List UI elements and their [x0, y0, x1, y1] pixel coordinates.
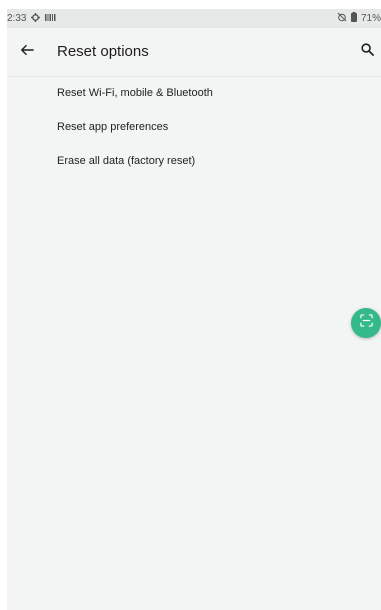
gear-icon	[31, 12, 41, 25]
battery-percent: 71%	[360, 13, 381, 24]
arrow-back-icon	[20, 43, 34, 62]
reset-options-list: Reset Wi-Fi, mobile & Bluetooth Reset ap…	[7, 76, 381, 178]
reset-wifi-mobile-bluetooth-item[interactable]: Reset Wi-Fi, mobile & Bluetooth	[7, 76, 381, 110]
erase-all-data-item[interactable]: Erase all data (factory reset)	[7, 144, 381, 178]
status-left: 2:33	[7, 12, 56, 25]
status-time: 2:33	[7, 13, 27, 24]
app-bar: Reset options	[7, 28, 381, 77]
back-button[interactable]	[15, 40, 39, 64]
search-button[interactable]	[355, 40, 379, 64]
reset-app-preferences-item[interactable]: Reset app preferences	[7, 110, 381, 144]
battery-icon	[350, 12, 357, 25]
status-bar: 2:33 71%	[7, 9, 381, 28]
status-right: 71%	[337, 12, 381, 25]
search-icon	[360, 43, 374, 61]
screen: 2:33 71% Reset options Reset Wi-Fi, mobi…	[7, 9, 381, 610]
barcode-icon	[45, 13, 56, 24]
no-alarm-icon	[337, 12, 347, 25]
scan-icon	[359, 314, 373, 332]
page-title: Reset options	[57, 43, 149, 60]
scan-fab-button[interactable]	[351, 308, 381, 338]
